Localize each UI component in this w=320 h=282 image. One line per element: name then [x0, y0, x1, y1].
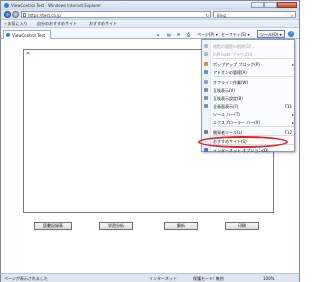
menu-item-7[interactable]: 全画面表示(F) F11 [202, 102, 296, 110]
home-icon[interactable]: ⌂ [157, 32, 160, 37]
menu-item-3[interactable]: アドオンの管理(A) [202, 68, 296, 76]
submenu-arrow-icon: ▸ [291, 120, 294, 125]
feeds-icon[interactable]: ▤ [167, 32, 171, 37]
refresh-icon[interactable]: ↻ [206, 13, 209, 18]
favorites-label: お気に入り [7, 21, 28, 26]
menu-item-10[interactable]: 開発者ツール(L) F12 [202, 128, 296, 136]
menu-item-1: InPrivate ブラウズ(I) [202, 50, 296, 58]
menu-item-label: 開発者ツール(L) [213, 130, 243, 135]
devtools-icon [204, 130, 208, 134]
submenu-arrow-icon: ▸ [291, 112, 294, 117]
security-zone: インターネット [149, 276, 177, 281]
back-button[interactable] [4, 11, 11, 18]
zoom-level[interactable]: 100% [263, 276, 274, 281]
address-row: https://test.co.jp ↻ Bing ⌕ [1, 10, 299, 19]
menu-item-5[interactable]: 互換表示(V) [202, 86, 296, 94]
page-icon [23, 13, 26, 17]
options-icon [204, 148, 208, 152]
history-icon [204, 44, 208, 48]
tools-menu-button[interactable]: ツール(O) ▾ [257, 30, 285, 38]
menu-item-label: アドオンの管理(A) [213, 70, 247, 75]
tab-viewcontrol-test[interactable]: ViewControl Test [3, 30, 51, 39]
menu-item-11[interactable]: おすすめサイト(S) [202, 137, 296, 145]
browser-window: ViewControl Test - Windows Internet Expl… [0, 0, 300, 282]
analyze-button[interactable]: 解析 [164, 222, 198, 230]
maximize-button[interactable] [264, 2, 277, 8]
favorites-bar: ★お気に入り 自分のおすすめサイト おすすめサイト [1, 19, 299, 27]
menu-separator [212, 126, 294, 127]
status-bar: ページが表示されました インターネット 保護モード: 無効 100% [1, 273, 299, 282]
broken-image-icon: ✕ [26, 51, 31, 57]
safety-menu-button[interactable]: セーフティ(S) ▾ [221, 32, 249, 38]
print-button[interactable]: 印刷 [225, 222, 259, 230]
addon-icon [204, 70, 208, 74]
help-button[interactable]: ? [288, 31, 294, 37]
print-icon[interactable]: ⎙ [187, 32, 190, 37]
menu-item-label: InPrivate ブラウズ(I) [213, 52, 253, 57]
learning-analysis-button[interactable]: 学習分析 [99, 222, 133, 230]
window-title: ViewControl Test - Windows Internet Expl… [11, 3, 102, 8]
menu-item-label: インターネット オプション(O) [213, 148, 269, 153]
menu-item-shortcut: F11 [284, 104, 292, 109]
menu-separator [212, 76, 294, 77]
ie-logo-icon [4, 3, 9, 8]
compat-settings-icon [204, 96, 208, 100]
menu-item-8[interactable]: ツール バー(T) ▸ [202, 110, 296, 118]
reading-record-button[interactable]: 読書記録表 [34, 222, 72, 230]
close-button[interactable] [277, 2, 297, 8]
offline-icon [204, 80, 208, 84]
tab-page-icon [6, 33, 10, 37]
tools-menu: 閲覧の履歴の削除(D)... InPrivate ブラウズ(I) ポップアップ ブロ… [201, 39, 296, 154]
menu-item-label: エクスプローラー バー(X) [213, 120, 261, 125]
command-bar: ViewControl Test ⌂ ▤ ✉ ⎙ ページ(P) ▾ セーフティ(… [1, 27, 299, 39]
page-menu-button[interactable]: ページ(P) ▾ [197, 32, 218, 38]
popup-block-icon [204, 62, 208, 66]
search-provider-label: Bing [217, 13, 226, 18]
status-text: ページが表示されました [4, 276, 48, 281]
forward-button[interactable] [12, 11, 19, 18]
search-box[interactable]: Bing ⌕ [213, 11, 296, 18]
mail-icon[interactable]: ✉ [177, 32, 180, 37]
address-url[interactable]: https://test.co.jp [28, 13, 61, 18]
menu-item-9[interactable]: エクスプローラー バー(X) ▸ [202, 118, 296, 126]
inprivate-icon [204, 52, 208, 56]
protected-mode: 保護モード: 無効 [193, 276, 224, 281]
fullscreen-icon [204, 104, 208, 108]
submenu-arrow-icon: ▸ [291, 62, 294, 67]
search-icon[interactable]: ⌕ [291, 13, 293, 18]
menu-item-label: おすすめサイト(S) [213, 139, 247, 144]
compat-icon [204, 88, 208, 92]
menu-item-0: 閲覧の履歴の削除(D)... [202, 42, 296, 50]
tools-menu-label: ツール(O) ▾ [260, 32, 282, 37]
menu-item-shortcut: F12 [284, 130, 292, 135]
title-bar: ViewControl Test - Windows Internet Expl… [1, 1, 299, 10]
menu-item-12[interactable]: インターネット オプション(O) [202, 146, 296, 154]
tab-label: ViewControl Test [12, 33, 46, 38]
menu-item-2[interactable]: ポップアップ ブロック(P) ▸ [202, 60, 296, 68]
menu-item-6[interactable]: 互換表示設定(B) [202, 94, 296, 102]
address-bar[interactable]: https://test.co.jp ↻ [21, 11, 211, 18]
menu-item-4[interactable]: オフライン作業(W) [202, 78, 296, 86]
minimize-button[interactable] [251, 2, 264, 8]
menu-separator [212, 58, 294, 59]
